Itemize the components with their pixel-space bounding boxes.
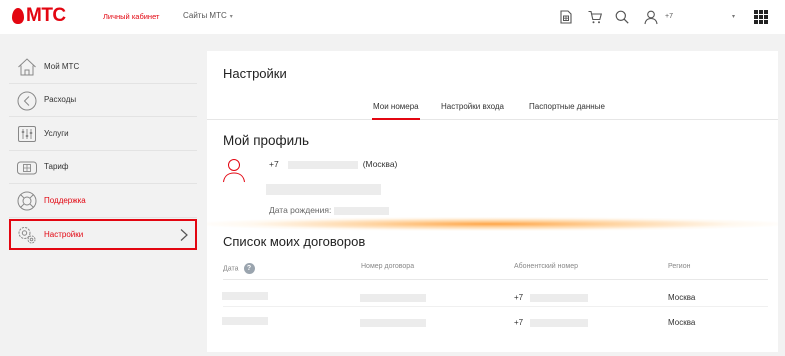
- settings-card: Настройки Мои номера Настройки входа Пас…: [207, 51, 778, 352]
- subscriber-number: +7: [514, 318, 589, 327]
- info-icon[interactable]: ?: [243, 263, 255, 274]
- table-row[interactable]: +7 Москва: [207, 288, 778, 308]
- masked-date: [222, 292, 268, 300]
- expenses-icon: [17, 91, 37, 110]
- sidebar-item-label: Тариф: [44, 162, 69, 172]
- profile-phone: +7 (Москва): [269, 159, 397, 169]
- sidebar-item-settings[interactable]: Настройки: [9, 218, 197, 250]
- masked-date: [222, 317, 268, 325]
- home-icon: [18, 58, 36, 76]
- table-row[interactable]: +7 Москва: [207, 313, 778, 333]
- support-icon: [17, 191, 37, 211]
- masked-contract-number: [360, 294, 426, 302]
- chevron-down-icon[interactable]: ▾: [732, 13, 735, 20]
- masked-birth-date: [334, 206, 390, 215]
- table-divider: [223, 306, 768, 307]
- profile-section-title: Мой профиль: [223, 133, 310, 148]
- top-header: МТС Личный кабинет Сайты МТС ▾ +7 ▾: [0, 0, 785, 34]
- header-phone-number[interactable]: +7: [665, 13, 673, 20]
- sidebar-item-label: Услуги: [44, 128, 69, 138]
- personal-cabinet-link[interactable]: Личный кабинет: [103, 12, 159, 21]
- cart-icon[interactable]: [587, 9, 603, 25]
- settings-tabs: Мои номера Настройки входа Паспортные да…: [207, 97, 778, 120]
- mts-logo[interactable]: МТС: [12, 6, 66, 26]
- sidebar-item-services[interactable]: Услуги: [9, 117, 197, 151]
- tab-my-numbers[interactable]: Мои номера: [372, 102, 420, 120]
- search-icon[interactable]: [614, 9, 630, 25]
- column-header-contract-number: Номер договора: [361, 263, 415, 270]
- sidebar-item-label: Настройки: [44, 229, 84, 239]
- contracts-section-title: Список моих договоров: [223, 234, 366, 249]
- table-divider: [223, 279, 768, 280]
- chevron-down-icon: ▾: [229, 14, 233, 20]
- tab-login-settings[interactable]: Настройки входа: [441, 102, 504, 111]
- region-value: Москва: [668, 293, 696, 302]
- region-value: Москва: [668, 318, 696, 327]
- masked-contract-number: [360, 319, 426, 327]
- sidebar-item-tariff[interactable]: Тариф: [9, 151, 197, 184]
- column-header-date-label: Дата: [223, 265, 239, 273]
- apps-grid-icon[interactable]: [754, 10, 768, 24]
- tariff-icon: [17, 161, 37, 174]
- column-header-region: Регион: [668, 263, 691, 270]
- sidebar-item-expenses[interactable]: Расходы: [9, 84, 197, 117]
- mts-sites-dropdown[interactable]: Сайты МТС ▾: [183, 11, 233, 20]
- birth-date-label: Дата рождения:: [269, 205, 332, 215]
- tab-passport-data[interactable]: Паспортные данные: [529, 102, 605, 111]
- page-title: Настройки: [223, 66, 287, 81]
- sidebar-item-label: Поддержка: [44, 195, 86, 205]
- sidebar-item-support[interactable]: Поддержка: [9, 184, 197, 218]
- chevron-right-icon: [180, 228, 188, 241]
- sim-card-icon[interactable]: [558, 9, 574, 25]
- highlight-glow: [207, 217, 778, 231]
- column-header-date: Дата?: [223, 263, 255, 274]
- settings-icon: [18, 226, 36, 243]
- masked-profile-name: [266, 184, 381, 195]
- user-icon[interactable]: [643, 9, 659, 25]
- masked-subscriber-number: [530, 318, 589, 327]
- services-icon: [18, 126, 36, 142]
- sidebar-item-my-mts[interactable]: Мой МТС: [9, 50, 197, 84]
- profile-birth-date: Дата рождения:: [269, 205, 390, 215]
- column-header-subscriber-number: Абонентский номер: [514, 263, 579, 270]
- sidebar-nav: Мой МТС Расходы Услуги Тариф Поддержка Н…: [9, 50, 197, 250]
- sidebar-item-label: Расходы: [44, 95, 77, 105]
- avatar-icon: [223, 159, 245, 183]
- subscriber-number: +7: [514, 293, 589, 302]
- masked-phone-number: [287, 160, 358, 169]
- profile-city: (Москва): [362, 159, 398, 169]
- logo-text: МТС: [26, 5, 66, 26]
- profile-phone-prefix: +7: [269, 159, 279, 169]
- sidebar-item-label: Мой МТС: [44, 61, 80, 71]
- subscriber-phone-prefix: +7: [514, 318, 524, 327]
- mts-egg-icon: [12, 8, 24, 24]
- mts-sites-label: Сайты МТС: [183, 11, 227, 20]
- masked-subscriber-number: [530, 293, 589, 302]
- subscriber-phone-prefix: +7: [514, 293, 524, 302]
